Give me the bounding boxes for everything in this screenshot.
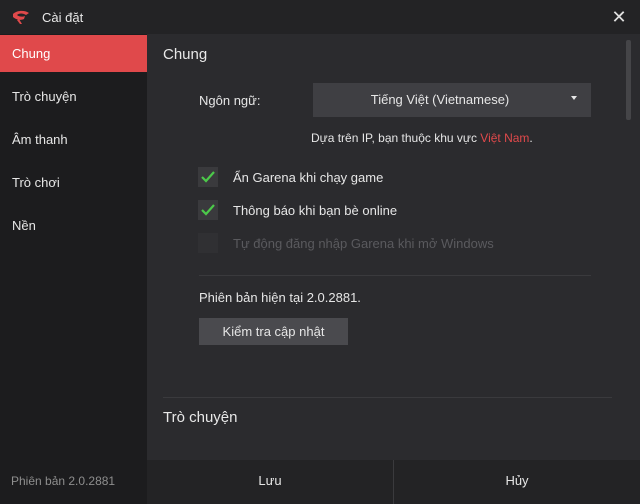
checkbox-checked-icon[interactable] [198, 167, 218, 187]
ip-region-suffix: . [529, 131, 533, 145]
option-label: Tự động đăng nhập Garena khi mở Windows [233, 236, 494, 251]
ip-region-text: Dựa trên IP, bạn thuộc khu vực Việt Nam. [311, 131, 533, 145]
check-update-button[interactable]: Kiểm tra cập nhật [199, 318, 348, 345]
language-select[interactable]: Tiếng Việt (Vietnamese) [313, 83, 591, 117]
option-label: Thông báo khi bạn bè online [233, 203, 398, 218]
current-version-text: Phiên bản hiện tại 2.0.2881. [199, 290, 361, 305]
garena-logo-icon [13, 10, 29, 24]
dropdown-arrow-icon [571, 96, 577, 100]
checkbox-checked-icon[interactable] [198, 200, 218, 220]
language-label: Ngôn ngữ: [199, 93, 261, 108]
save-button[interactable]: Lưu [147, 460, 393, 504]
sidebar: Chung Trò chuyện Âm thanh Trò chơi Nền P… [0, 34, 147, 504]
section-title-chat: Trò chuyện [163, 409, 238, 426]
title-bar: Cài đặt ✕ [0, 0, 640, 34]
language-select-value: Tiếng Việt (Vietnamese) [370, 92, 510, 107]
sidebar-item-games[interactable]: Trò chơi [0, 164, 147, 201]
scrollbar-thumb[interactable] [626, 40, 631, 120]
close-icon[interactable]: ✕ [607, 6, 631, 28]
checkbox-disabled-icon [198, 233, 218, 253]
sidebar-item-sound[interactable]: Âm thanh [0, 121, 147, 158]
settings-content: Chung Ngôn ngữ: Tiếng Việt (Vietnamese) … [147, 34, 640, 460]
window-title: Cài đặt [42, 10, 84, 25]
sidebar-item-chat[interactable]: Trò chuyện [0, 78, 147, 115]
cancel-button[interactable]: Hủy [394, 460, 640, 504]
ip-region-prefix: Dựa trên IP, bạn thuộc khu vực [311, 131, 481, 145]
section-title-general: Chung [163, 46, 208, 63]
footer-bar: Lưu Hủy [147, 460, 640, 504]
section-divider [163, 397, 612, 398]
sidebar-version: Phiên bản 2.0.2881 [11, 474, 116, 488]
option-label: Ẩn Garena khi chạy game [233, 170, 384, 185]
sidebar-item-background[interactable]: Nền [0, 207, 147, 244]
ip-region-country[interactable]: Việt Nam [480, 131, 529, 145]
section-divider [199, 275, 591, 276]
sidebar-item-general[interactable]: Chung [0, 35, 147, 72]
